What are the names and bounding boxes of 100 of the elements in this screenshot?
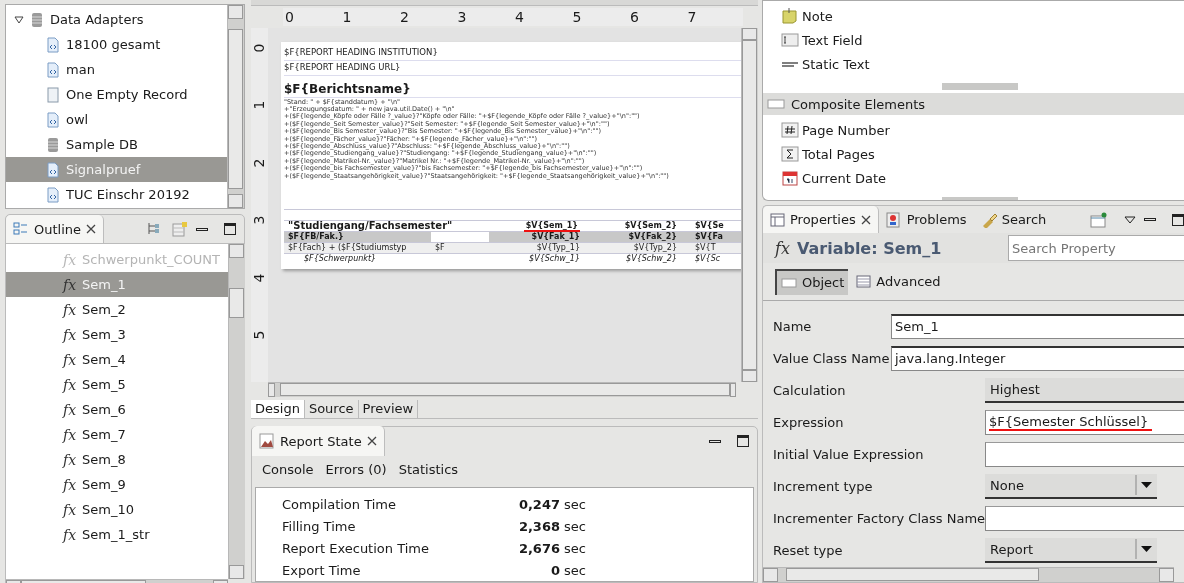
close-icon[interactable] [86, 224, 97, 234]
text-field[interactable] [985, 505, 1184, 531]
expression-field[interactable] [985, 441, 1184, 467]
scrollbar[interactable] [741, 27, 758, 382]
palette-item[interactable]: Text Field [763, 28, 1184, 52]
stat-value: 0,247 [517, 496, 560, 512]
tree-item[interactable]: man [6, 57, 227, 82]
editor-tab[interactable]: Preview [358, 399, 419, 418]
outline-item[interactable]: fx Sem_1 [6, 272, 228, 297]
outline-item[interactable]: fx Sem_6 [6, 397, 228, 422]
view-tab[interactable]: Errors (0) [325, 462, 387, 480]
tree-item[interactable]: One Empty Record [6, 82, 227, 107]
view-tab[interactable]: Properties [763, 205, 879, 234]
file-icon [46, 61, 60, 78]
outline-item[interactable]: fx Sem_7 [6, 422, 228, 447]
palette-item[interactable]: Page Number [763, 118, 1184, 142]
text-field[interactable]: $F [435, 242, 445, 252]
file-icon [46, 161, 60, 178]
text-field[interactable]: $F{REPORT HEADING URL} [284, 61, 401, 72]
dropdown[interactable]: Highest [985, 377, 1184, 403]
outline-tab[interactable]: Outline [6, 215, 105, 243]
palette-section[interactable]: Composite Elements [763, 93, 1184, 115]
minimize-icon[interactable] [709, 439, 721, 443]
text-field[interactable]: $V{Schw_2} [626, 253, 677, 263]
scrollbar[interactable] [763, 567, 1174, 582]
outline-item[interactable]: fx Sem_10 [6, 497, 228, 522]
palette-item[interactable]: Note [763, 4, 1184, 28]
file-icon [46, 186, 60, 203]
editor-tab[interactable]: Design [251, 399, 305, 418]
text-field[interactable]: $F{REPORT HEADING INSTITUTION} [284, 46, 438, 57]
close-icon[interactable] [366, 436, 377, 446]
outline-item[interactable]: fx Sem_9 [6, 472, 228, 497]
tree-icon[interactable] [146, 222, 160, 236]
field-label: Increment type [772, 478, 874, 494]
editor-tab[interactable]: Source [304, 399, 359, 418]
expression-field[interactable]: $F{Semester Schlüssel} [985, 409, 1184, 435]
field-label: Value Class Name [772, 350, 891, 366]
tree-item[interactable]: TUC Einschr 20192 [6, 182, 227, 207]
text-field[interactable]: $V{Schw_1} [529, 253, 580, 263]
stat-label: Export Time [282, 562, 362, 578]
stat-label: Report Execution Time [282, 540, 430, 556]
outline-item[interactable]: fx Sem_8 [6, 447, 228, 472]
tree-item[interactable]: owl [6, 107, 227, 132]
calendar-icon [781, 170, 799, 186]
maximize-icon[interactable] [224, 223, 236, 235]
text-field[interactable]: $F{Berichtsname} [284, 81, 411, 96]
outline-icon [13, 222, 29, 236]
text-field[interactable]: $V{Sc [695, 253, 721, 263]
palette-item[interactable]: Total Pages [763, 142, 1184, 166]
dropdown-arrow-icon[interactable] [1124, 215, 1136, 224]
palette-item[interactable]: Current Date [763, 166, 1184, 190]
maximize-icon[interactable] [1172, 213, 1184, 226]
stat-label: Compilation Time [282, 496, 397, 512]
palette-item[interactable]: Static Text [763, 52, 1184, 76]
database-icon [46, 136, 60, 153]
text-field[interactable]: java.lang.Integer [891, 345, 1184, 371]
scrollbar[interactable] [228, 244, 245, 579]
file-icon [46, 36, 60, 53]
tree-item[interactable]: Data Adapters [50, 12, 144, 27]
file-icon [46, 86, 60, 103]
close-icon[interactable] [860, 214, 871, 225]
text-field-icon [781, 32, 799, 48]
text-field[interactable]: $V{Sem_2} [624, 220, 677, 230]
outline-item[interactable]: fx Sem_4 [6, 347, 228, 372]
text-field[interactable]: "Studiengang/Fachsemester" [288, 219, 453, 231]
text-field[interactable]: $V{Se [695, 220, 724, 230]
chart-icon [259, 433, 275, 449]
minimize-icon[interactable] [196, 227, 208, 231]
text-field[interactable]: $F{Schwerpunkt} [304, 253, 377, 263]
dropdown[interactable]: None [985, 473, 1157, 499]
scrollbar[interactable] [227, 5, 244, 208]
report-state-tab[interactable]: Report State [252, 426, 385, 456]
tree-item[interactable]: 18100 gesamt [6, 32, 227, 57]
stat-value: 2,368 [517, 518, 560, 534]
outline-item[interactable]: fx Sem_3 [6, 322, 228, 347]
tree-item[interactable]: Sample DB [6, 132, 227, 157]
sub-tab[interactable]: Object [775, 268, 849, 295]
problems-icon [885, 211, 902, 228]
dropdown[interactable]: Report [985, 537, 1157, 563]
view-tab[interactable]: Problems [878, 206, 974, 233]
outline-item[interactable]: fx Sem_5 [6, 372, 228, 397]
maximize-icon[interactable] [737, 435, 749, 447]
expand-arrow-icon[interactable] [14, 14, 24, 25]
stat-label: Filling Time [282, 518, 357, 534]
outline-item[interactable]: fx Sem_1_str [6, 522, 228, 547]
outline-item[interactable]: fx Sem_2 [6, 297, 228, 322]
field-label: Expression [772, 414, 845, 430]
pin-icon[interactable] [1090, 211, 1108, 228]
expression-text: $F{Semester Schlüssel} [989, 413, 1153, 431]
view-tab[interactable]: Console [262, 462, 314, 480]
view-tab[interactable]: Search [973, 206, 1054, 233]
sub-tab[interactable]: Advanced [852, 268, 945, 295]
minimize-icon[interactable] [1144, 218, 1156, 221]
text-field[interactable]: Sem_1 [891, 313, 1184, 339]
field-label: Initial Value Expression [772, 446, 925, 462]
stat-unit: sec [564, 518, 586, 534]
section-icon [781, 277, 797, 288]
search-field[interactable]: Search Property [1008, 235, 1184, 261]
sigma-icon [781, 146, 799, 162]
view-tab[interactable]: Statistics [398, 462, 459, 480]
